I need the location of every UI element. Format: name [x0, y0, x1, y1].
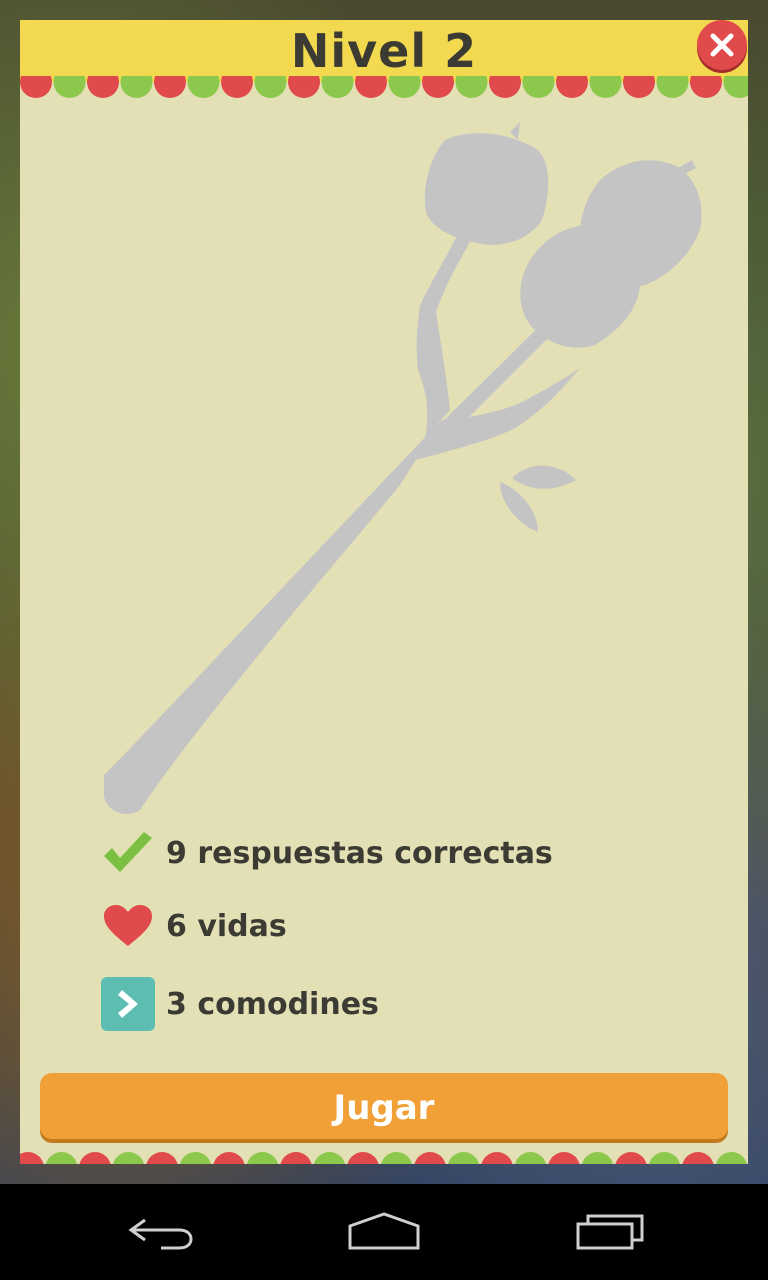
scallop-dot — [381, 1152, 412, 1164]
scallop-dot — [79, 1152, 111, 1164]
scallop-dot — [247, 1152, 278, 1164]
recents-button[interactable] — [560, 1202, 660, 1262]
scallop-dot — [682, 1152, 714, 1164]
check-icon — [100, 825, 156, 881]
scallop-dot — [355, 76, 387, 98]
scallop-dot — [120, 76, 153, 98]
scallop-dot — [314, 1152, 345, 1164]
scallop-dot — [254, 76, 287, 98]
wildcards-label: 3 comodines — [166, 986, 379, 1022]
scallop-dot — [716, 1152, 747, 1164]
back-icon — [128, 1218, 193, 1250]
stat-lives: 6 vidas — [100, 896, 287, 956]
scallop-dot — [180, 1152, 211, 1164]
scallop-dot — [113, 1152, 144, 1164]
skip-icon — [100, 976, 156, 1032]
scallop-dot — [723, 76, 748, 98]
scallop-dot — [623, 76, 655, 98]
scallop-dot — [649, 1152, 680, 1164]
scallop-dot — [321, 76, 354, 98]
marshmallow-stick-silhouette — [104, 122, 702, 815]
scallop-dot — [422, 76, 454, 98]
heart-icon — [100, 898, 156, 954]
close-icon — [710, 33, 734, 57]
scallop-dot — [690, 76, 722, 98]
scallop-dot — [221, 76, 253, 98]
home-icon — [348, 1212, 420, 1250]
scallop-dot — [388, 76, 421, 98]
scallop-dot — [656, 76, 689, 98]
scallop-dot — [522, 76, 555, 98]
scallop-dot — [489, 76, 521, 98]
scallop-dot — [280, 1152, 312, 1164]
scallop-dot — [20, 1152, 44, 1164]
scallop-dot — [589, 76, 622, 98]
scallop-dot — [455, 76, 488, 98]
scallop-dot — [154, 76, 186, 98]
scallop-dot — [448, 1152, 479, 1164]
scallop-border-top — [20, 76, 748, 98]
scallop-dot — [347, 1152, 379, 1164]
scallop-dot — [582, 1152, 613, 1164]
scallop-dot — [146, 1152, 178, 1164]
stat-correct-answers: 9 respuestas correctas — [100, 823, 553, 883]
close-button[interactable] — [697, 20, 747, 70]
scallop-dot — [20, 76, 52, 98]
scallop-dot — [414, 1152, 446, 1164]
play-button-label: Jugar — [333, 1088, 435, 1128]
scallop-dot — [187, 76, 220, 98]
back-button[interactable] — [110, 1202, 210, 1262]
stat-wildcards: 3 comodines — [100, 974, 379, 1034]
scallop-border-bottom — [20, 1152, 747, 1164]
scallop-dot — [548, 1152, 580, 1164]
scallop-dot — [46, 1152, 77, 1164]
play-button[interactable]: Jugar — [40, 1073, 728, 1139]
recents-icon — [576, 1214, 644, 1250]
scallop-dot — [288, 76, 320, 98]
scallop-dot — [615, 1152, 647, 1164]
scallop-dot — [87, 76, 119, 98]
level-dialog: Nivel 2 9 respuestas correctas 6 vidas 3… — [20, 20, 748, 1164]
scallop-dot — [515, 1152, 546, 1164]
lives-label: 6 vidas — [166, 908, 287, 944]
dialog-header: Nivel 2 — [20, 20, 748, 82]
home-button[interactable] — [334, 1202, 434, 1262]
scallop-dot — [53, 76, 86, 98]
scallop-dot — [481, 1152, 513, 1164]
scallop-dot — [213, 1152, 245, 1164]
correct-answers-label: 9 respuestas correctas — [166, 835, 553, 871]
scallop-dot — [556, 76, 588, 98]
dialog-title: Nivel 2 — [290, 24, 478, 78]
system-nav-bar — [0, 1184, 768, 1280]
